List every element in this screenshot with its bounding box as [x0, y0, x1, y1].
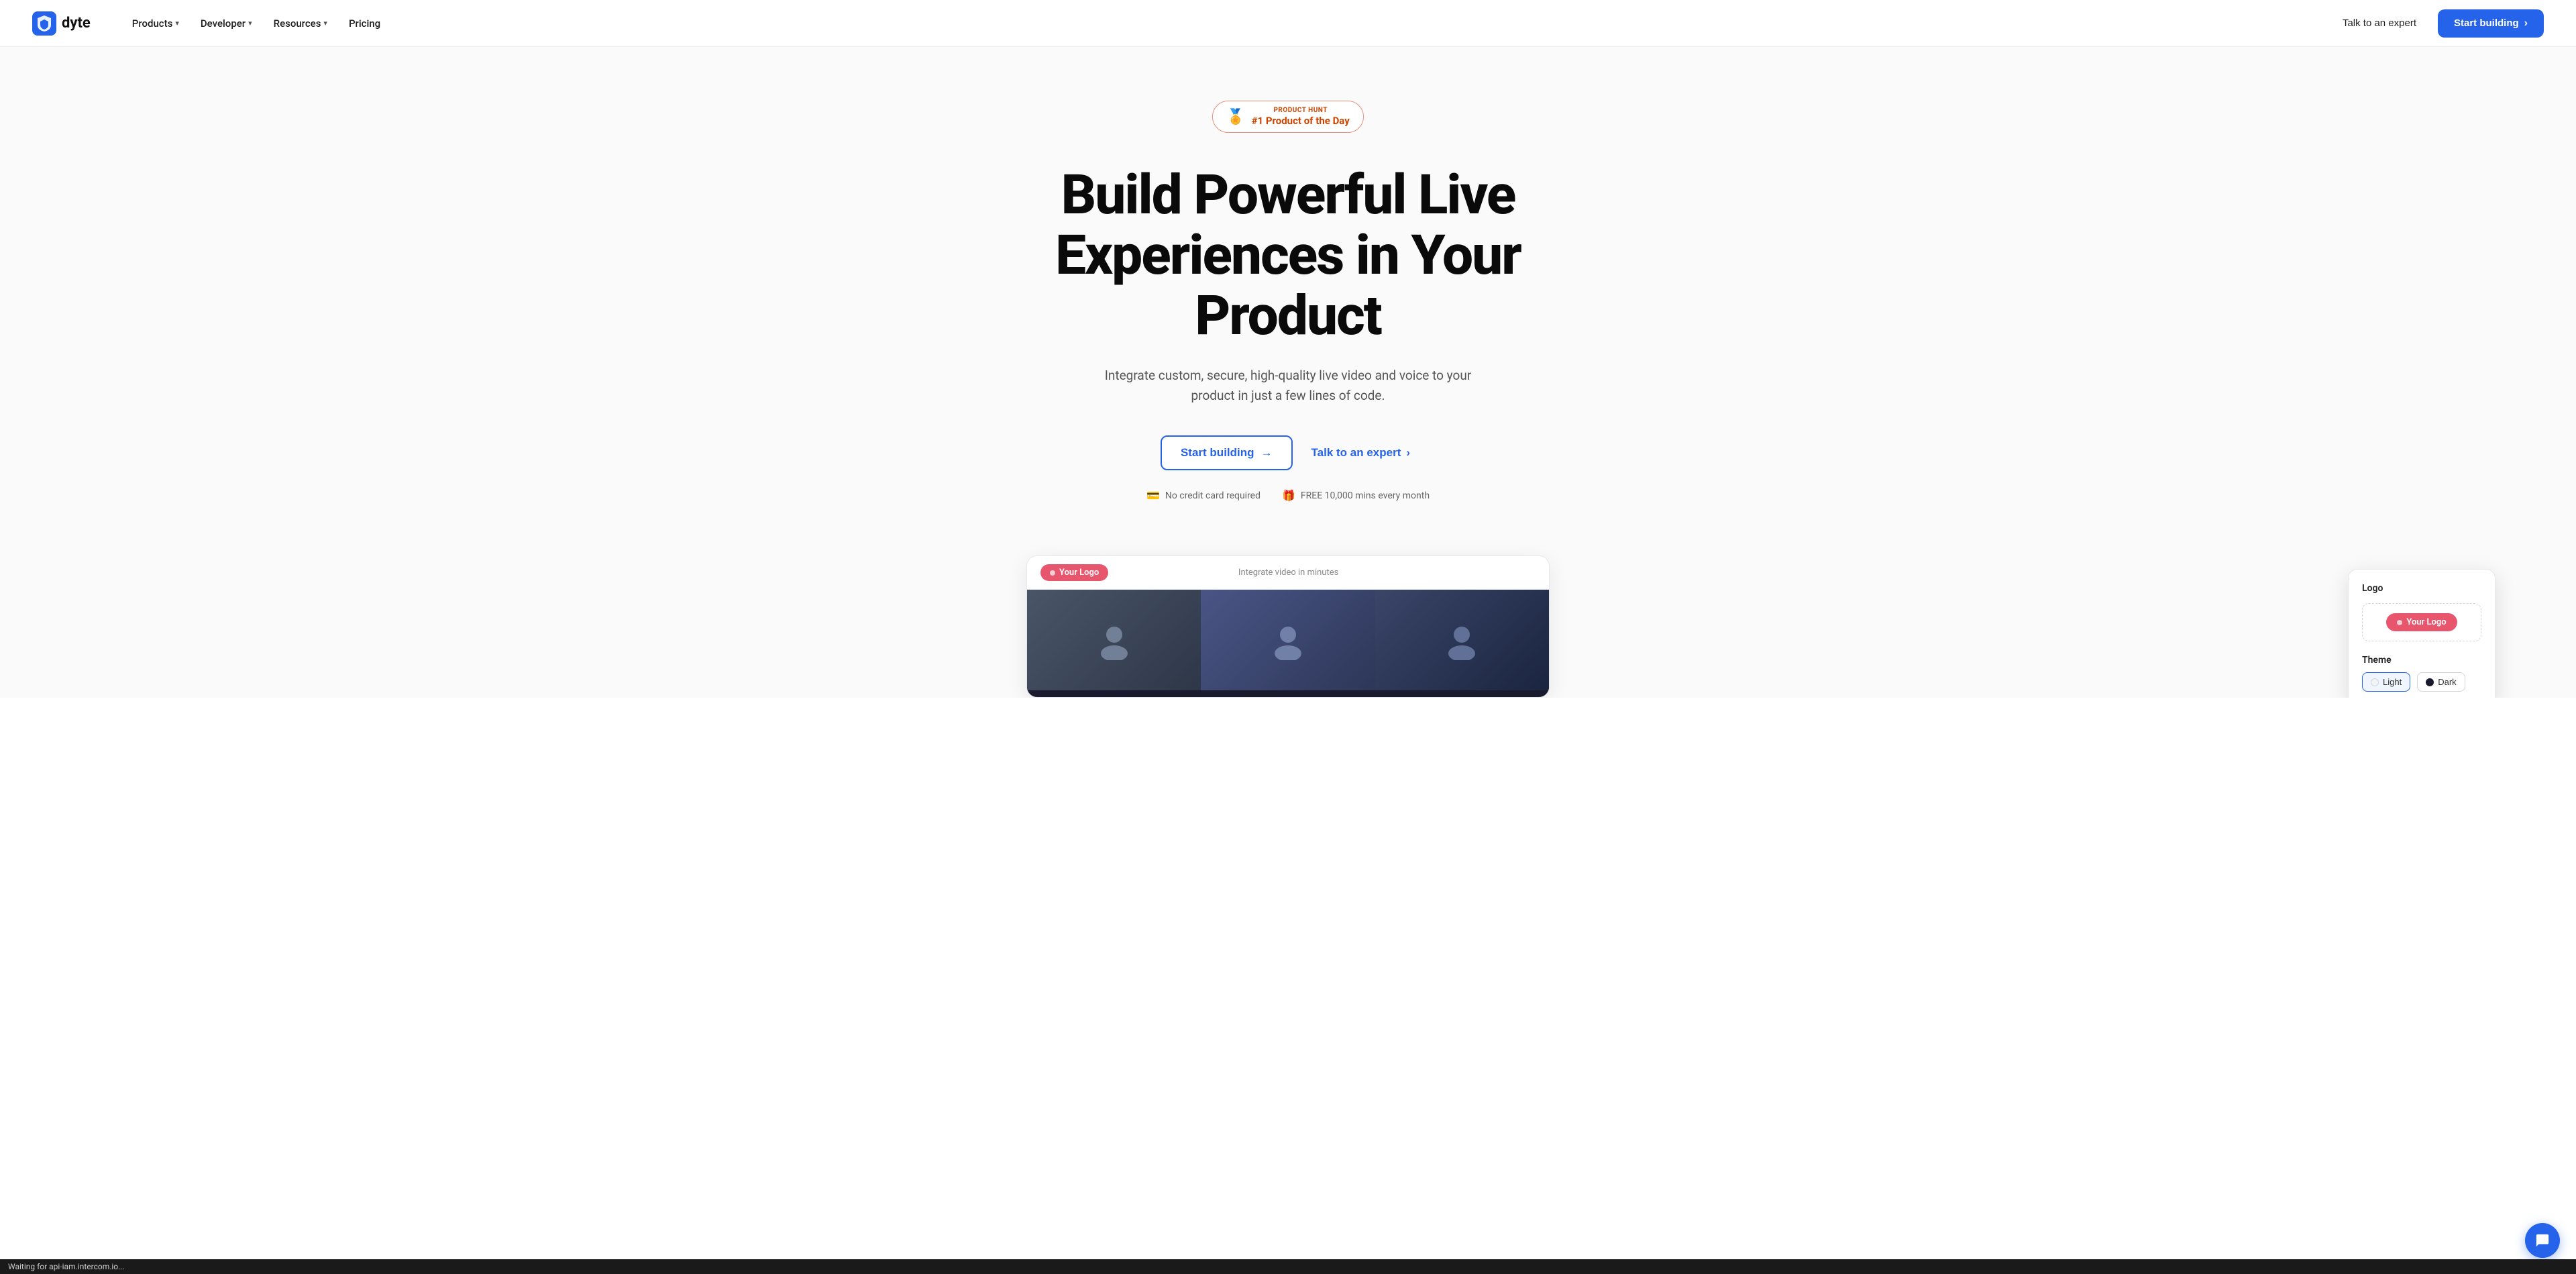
video-cell-1	[1027, 590, 1201, 690]
customizer-logo-preview: Your Logo	[2362, 603, 2481, 641]
navbar: dyte Products ▾ Developer ▾ Resources ▾ …	[0, 0, 2576, 47]
chat-icon	[2535, 1233, 2550, 1248]
dark-theme-dot	[2426, 678, 2434, 686]
logo-dot	[1050, 570, 1055, 576]
demo-logo-pill: Your Logo	[1040, 564, 1108, 581]
nav-actions: Talk to an expert Start building ›	[2332, 9, 2544, 38]
face-silhouette-1	[1094, 620, 1134, 660]
demo-video-grid	[1027, 590, 1549, 697]
customizer-panel: Logo Your Logo Theme Light Dark	[2348, 569, 2496, 698]
demo-topbar: Your Logo Integrate video in minutes	[1027, 556, 1549, 590]
hero-perks: 💳 No credit card required 🎁 FREE 10,000 …	[1146, 489, 1430, 502]
start-building-button[interactable]: Start building ›	[2438, 9, 2544, 38]
face-silhouette-2	[1268, 620, 1308, 660]
nav-item-pricing[interactable]: Pricing	[339, 12, 390, 35]
demo-topbar-title: Integrate video in minutes	[1238, 568, 1338, 578]
talk-to-expert-button[interactable]: Talk to an expert	[2332, 12, 2427, 34]
face-silhouette-3	[1442, 620, 1482, 660]
hero-start-building-button[interactable]: Start building →	[1161, 435, 1293, 470]
demo-video-panel: Your Logo Integrate video in minutes	[1026, 555, 1550, 698]
nav-item-products[interactable]: Products ▾	[123, 12, 189, 35]
customizer-logo-pill: Your Logo	[2386, 613, 2457, 631]
chevron-down-icon: ▾	[175, 19, 179, 28]
logo-icon	[32, 11, 56, 36]
arrow-right-icon: →	[1261, 446, 1273, 460]
theme-options: Light Dark	[2362, 672, 2481, 692]
hero-talk-to-expert-button[interactable]: Talk to an expert ›	[1306, 437, 1416, 469]
arrow-right-icon: ›	[2524, 17, 2528, 30]
participant-video-1	[1027, 590, 1201, 690]
hero-subtitle: Integrate custom, secure, high-quality l…	[1100, 366, 1476, 407]
customizer-theme-title: Theme	[2362, 655, 2481, 666]
product-hunt-badge: 🏅 PRODUCT HUNT #1 Product of the Day	[1212, 101, 1364, 133]
theme-dark-button[interactable]: Dark	[2417, 672, 2465, 692]
hero-cta-group: Start building → Talk to an expert ›	[1161, 435, 1415, 470]
chat-widget-button[interactable]	[2525, 1223, 2560, 1258]
medal-icon: 🏅	[1226, 109, 1244, 125]
perk-free-minutes: 🎁 FREE 10,000 mins every month	[1282, 489, 1430, 502]
nav-item-resources[interactable]: Resources ▾	[264, 12, 337, 35]
demo-section: Your Logo Integrate video in minutes	[0, 529, 2576, 698]
video-cell-2	[1201, 590, 1375, 690]
customizer-logo-title: Logo	[2362, 583, 2481, 594]
nav-links: Products ▾ Developer ▾ Resources ▾ Prici…	[123, 12, 2332, 35]
product-hunt-rank: #1 Product of the Day	[1252, 115, 1350, 127]
chevron-down-icon: ▾	[323, 19, 327, 28]
status-text: Waiting for api-iam.intercom.io...	[8, 1262, 125, 1271]
hero-section: 🏅 PRODUCT HUNT #1 Product of the Day Bui…	[0, 47, 2576, 529]
theme-light-button[interactable]: Light	[2362, 672, 2410, 692]
participant-video-3	[1375, 590, 1549, 690]
customizer-logo-dot	[2397, 620, 2402, 625]
perk-no-credit-card: 💳 No credit card required	[1146, 489, 1260, 502]
participant-video-2	[1201, 590, 1375, 690]
chevron-down-icon: ▾	[248, 19, 252, 28]
hero-title: Build Powerful Live Experiences in Your …	[986, 165, 1590, 347]
logo-link[interactable]: dyte	[32, 11, 91, 36]
light-theme-dot	[2371, 678, 2379, 686]
gift-icon: 🎁	[1282, 489, 1295, 502]
status-bar: Waiting for api-iam.intercom.io...	[0, 1259, 2576, 1274]
credit-card-icon: 💳	[1146, 489, 1160, 502]
product-hunt-label: PRODUCT HUNT	[1252, 107, 1350, 115]
video-cell-3	[1375, 590, 1549, 690]
logo-text: dyte	[62, 15, 91, 32]
nav-item-developer[interactable]: Developer ▾	[191, 12, 262, 35]
chevron-right-icon: ›	[1406, 446, 1410, 460]
